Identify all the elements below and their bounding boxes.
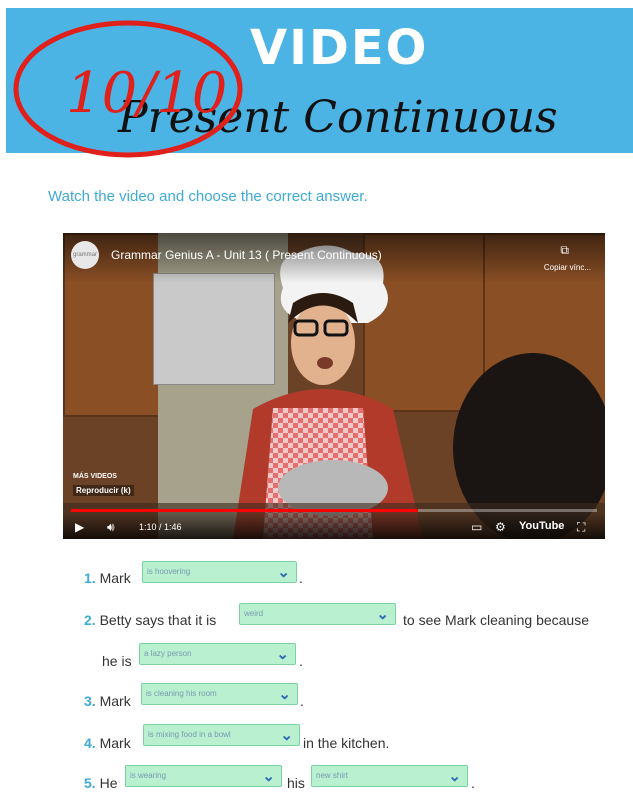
question-text: Betty says that it is [99, 612, 217, 628]
question-text-end: . [471, 775, 475, 791]
answer-dropdown-4[interactable]: is mixing food in a bowl ⌄ [143, 724, 300, 746]
question-text-end: in the kitchen. [303, 735, 390, 751]
answer-dropdown-5a[interactable]: is wearing ⌄ [125, 765, 282, 787]
chevron-down-icon[interactable]: ⌄ [278, 685, 291, 703]
answer-dropdown-2[interactable]: weird ⌄ [239, 603, 396, 625]
chevron-down-icon[interactable]: ⌄ [262, 767, 275, 785]
question-number: 4. [84, 735, 96, 751]
question-1: 1. Mark [84, 570, 131, 586]
copy-link-label[interactable]: Copiar vínc... [544, 263, 591, 272]
question-text: Mark [99, 570, 131, 586]
question-number: 3. [84, 693, 96, 709]
play-icon[interactable]: ▶ [75, 520, 84, 534]
dropdown-value: is cleaning his room [146, 689, 217, 698]
question-5: 5. He [84, 775, 117, 791]
video-player[interactable]: grammar Grammar Genius A - Unit 13 ( Pre… [63, 233, 605, 539]
video-time: 1:10 / 1:46 [139, 522, 182, 532]
chevron-down-icon[interactable]: ⌄ [280, 726, 293, 744]
video-title[interactable]: Grammar Genius A - Unit 13 ( Present Con… [111, 248, 382, 262]
dropdown-value: is hoovering [147, 567, 191, 576]
answer-dropdown-2b[interactable]: a lazy person ⌄ [139, 643, 296, 665]
page-title: VIDEO [250, 20, 429, 76]
question-number: 2. [84, 612, 96, 628]
video-progress-bar[interactable] [71, 509, 597, 512]
subtitles-icon[interactable]: ▭ [471, 520, 482, 534]
question-2: 2. Betty says that it is [84, 612, 216, 628]
grade-text: 10/10 [66, 61, 227, 126]
question-text-mid: his [287, 775, 305, 791]
settings-gear-icon[interactable]: ⚙ [495, 520, 506, 534]
answer-dropdown-3[interactable]: is cleaning his room ⌄ [141, 683, 298, 705]
question-text: Mark [99, 693, 131, 709]
dropdown-value: is wearing [130, 771, 167, 780]
question-text-end: . [300, 693, 304, 709]
instruction-text: Watch the video and choose the correct a… [48, 188, 368, 205]
question-3: 3. Mark [84, 693, 131, 709]
question-text-end: . [299, 570, 303, 586]
dropdown-value: new shirt [316, 771, 349, 780]
dropdown-value: weird [244, 609, 264, 618]
question-text-end: to see Mark cleaning because [403, 612, 589, 628]
question-number: 5. [84, 775, 96, 791]
question-text: Mark [99, 735, 131, 751]
dropdown-value: is mixing food in a bowl [148, 730, 231, 739]
answer-dropdown-5b[interactable]: new shirt ⌄ [311, 765, 468, 787]
video-progress-fill [71, 509, 419, 512]
question-number: 1. [84, 570, 96, 586]
fullscreen-icon[interactable]: ⛶ [577, 520, 585, 535]
channel-avatar[interactable]: grammar [71, 241, 99, 269]
chevron-down-icon[interactable]: ⌄ [276, 645, 289, 663]
question-2-cont: he is [102, 653, 132, 669]
more-videos-label[interactable]: MÁS VIDEOS [73, 473, 117, 480]
question-4: 4. Mark [84, 735, 131, 751]
play-tooltip: Reproducir (k) [73, 485, 134, 496]
dropdown-value: a lazy person [144, 649, 192, 658]
volume-icon[interactable]: 🔊︎ [107, 520, 115, 535]
video-controls: ▶ 🔊︎ 1:10 / 1:46 ▭ ⚙ YouTube ⛶ [63, 513, 605, 539]
chevron-down-icon[interactable]: ⌄ [376, 605, 389, 623]
grade-mark: 10/10 [13, 20, 243, 158]
copy-link-icon[interactable]: ⧉ [560, 243, 569, 258]
answer-dropdown-1[interactable]: is hoovering ⌄ [142, 561, 297, 583]
question-text-end: . [299, 653, 303, 669]
youtube-logo[interactable]: YouTube [519, 520, 564, 532]
chevron-down-icon[interactable]: ⌄ [277, 563, 290, 581]
chevron-down-icon[interactable]: ⌄ [448, 767, 461, 785]
question-text: He [99, 775, 118, 791]
